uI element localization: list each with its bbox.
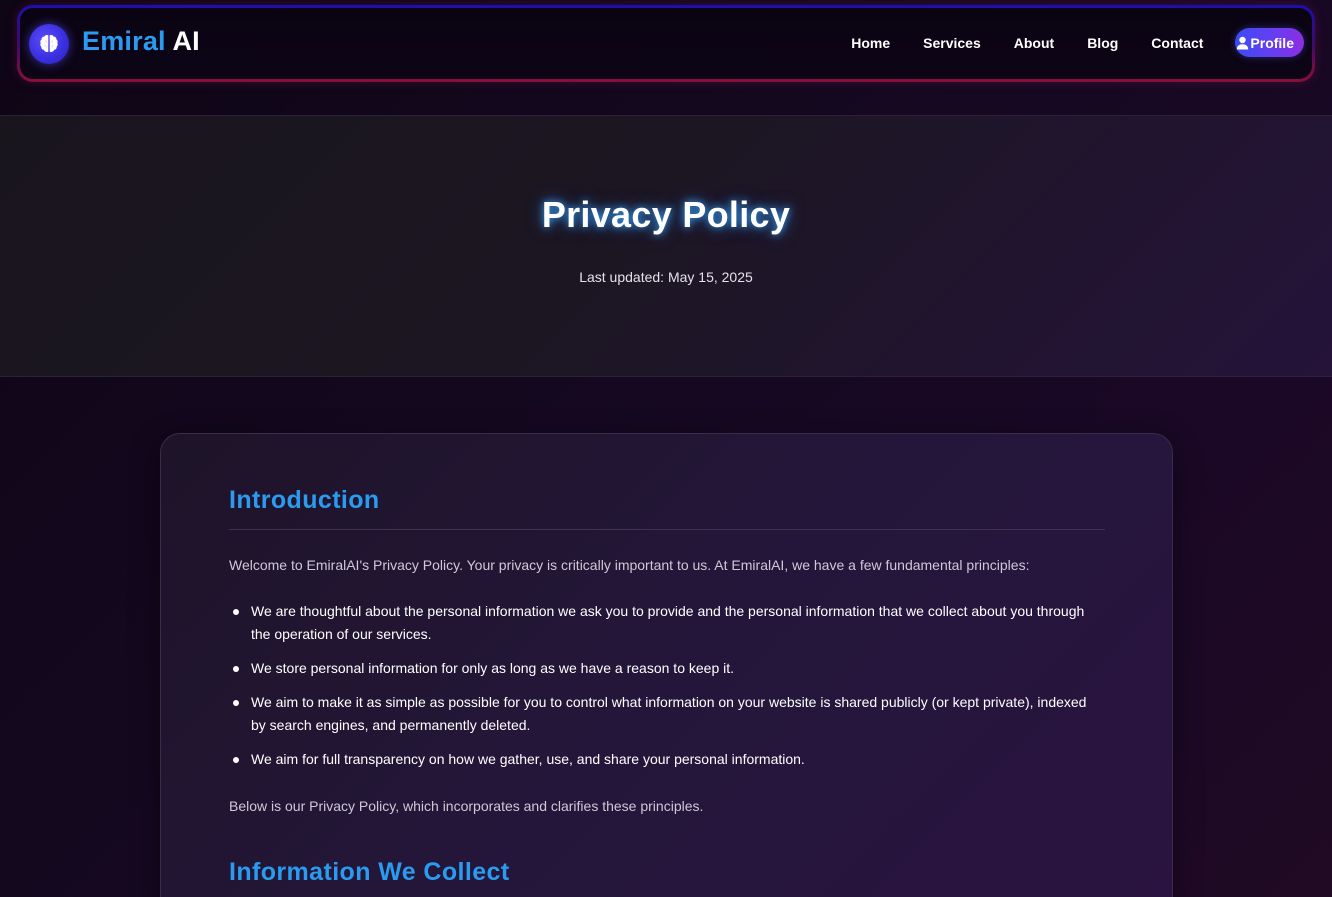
nav-link-contact[interactable]: Contact	[1151, 35, 1203, 51]
page-title: Privacy Policy	[541, 194, 791, 235]
nav-link-home[interactable]: Home	[851, 35, 890, 51]
nav-link-about[interactable]: About	[1014, 35, 1054, 51]
profile-button-label: Profile	[1250, 34, 1294, 51]
bullet-dot	[233, 700, 239, 706]
brand-name-part1: Emiral	[82, 26, 166, 56]
navbar: Emiral AI Home Services About Blog Conta…	[20, 8, 1312, 79]
policy-card: Introduction Welcome to EmiralAI's Priva…	[160, 433, 1173, 897]
list-item: We are thoughtful about the personal inf…	[229, 600, 1099, 646]
user-icon	[1236, 36, 1249, 50]
list-item-text: We aim to make it as simple as possible …	[251, 694, 1087, 733]
brand-name[interactable]: Emiral AI	[82, 26, 200, 57]
profile-button[interactable]: Profile	[1235, 28, 1304, 57]
bullet-dot	[233, 757, 239, 763]
list-item-text: We store personal information for only a…	[251, 660, 735, 676]
list-item: We store personal information for only a…	[229, 657, 1099, 680]
nav-link-blog[interactable]: Blog	[1087, 35, 1118, 51]
section-title-introduction: Introduction	[229, 486, 380, 514]
list-item-text: We aim for full transparency on how we g…	[251, 751, 805, 767]
list-item: We aim to make it as simple as possible …	[229, 691, 1099, 737]
nav-links: Home Services About Blog Contact Profile	[851, 28, 1304, 57]
hero-banner: Privacy Policy Last updated: May 15, 202…	[0, 115, 1332, 377]
navbar-frame: Emiral AI Home Services About Blog Conta…	[17, 5, 1315, 82]
principles-list: We are thoughtful about the personal inf…	[229, 600, 1099, 782]
section-divider	[229, 529, 1105, 530]
bullet-dot	[233, 666, 239, 672]
intro-paragraph: Welcome to EmiralAI's Privacy Policy. Yo…	[229, 557, 1030, 573]
logo[interactable]	[29, 24, 69, 64]
bullet-dot	[233, 609, 239, 615]
list-item: We aim for full transparency on how we g…	[229, 748, 1099, 771]
brain-icon	[40, 34, 58, 52]
last-updated-text: Last updated: May 15, 2025	[579, 269, 753, 285]
brand-name-part2: AI	[172, 26, 200, 56]
closing-paragraph: Below is our Privacy Policy, which incor…	[229, 798, 704, 814]
list-item-text: We are thoughtful about the personal inf…	[251, 603, 1085, 642]
nav-link-services[interactable]: Services	[923, 35, 981, 51]
section-title-information-we-collect: Information We Collect	[229, 858, 510, 886]
